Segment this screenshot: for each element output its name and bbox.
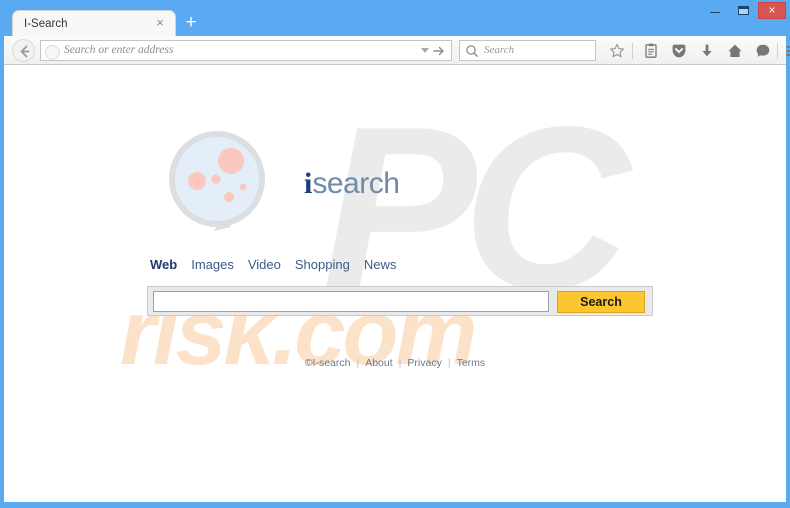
chevron-down-icon[interactable] xyxy=(421,48,429,53)
new-tab-button[interactable]: + xyxy=(182,13,200,32)
search-form: Search xyxy=(147,286,653,316)
page-content: PC risk.com isearch Web Images Video Shoppi… xyxy=(4,65,786,502)
sync-chat-icon[interactable] xyxy=(754,42,772,60)
maximize-button[interactable] xyxy=(730,2,756,19)
footer-link-privacy[interactable]: Privacy xyxy=(407,357,441,369)
page-footer: ©I-search | About | Privacy | Terms xyxy=(4,353,786,371)
tab-close-icon[interactable]: × xyxy=(153,16,167,30)
logo-word-search: search xyxy=(312,167,400,200)
forward-arrow-icon[interactable] xyxy=(45,45,60,60)
footer-copyright: ©I-search xyxy=(304,357,351,369)
maximize-icon xyxy=(738,6,749,15)
logo-wordmark: isearch xyxy=(304,167,400,201)
footer-link-about[interactable]: About xyxy=(365,357,392,369)
footer-separator-2: | xyxy=(398,357,402,369)
toolbar-search-box[interactable]: Search xyxy=(459,40,596,61)
nav-link-images[interactable]: Images xyxy=(191,257,234,272)
home-icon[interactable] xyxy=(726,42,744,60)
nav-link-web[interactable]: Web xyxy=(150,257,177,272)
hamburger-menu-icon[interactable] xyxy=(784,42,790,60)
address-bar[interactable]: Search or enter address xyxy=(40,40,452,61)
browser-window: I-Search × + × Search or enter address S… xyxy=(0,0,790,508)
tab-title: I-Search xyxy=(24,18,68,30)
browser-toolbar: Search or enter address Search xyxy=(4,36,790,65)
footer-separator-3: | xyxy=(447,357,451,369)
nav-link-video[interactable]: Video xyxy=(248,257,281,272)
toolbar-divider-2 xyxy=(777,43,778,59)
magnifier-icon xyxy=(466,45,479,58)
toolbar-divider xyxy=(632,43,633,59)
close-icon: × xyxy=(768,3,776,17)
downloads-icon[interactable] xyxy=(698,42,716,60)
reading-list-icon[interactable] xyxy=(642,42,660,60)
browser-tab[interactable]: I-Search × xyxy=(12,10,176,38)
magnifying-glass-logo xyxy=(169,131,265,231)
back-button[interactable] xyxy=(12,39,35,62)
address-bar-placeholder: Search or enter address xyxy=(64,44,174,56)
site-logo: isearch xyxy=(159,127,400,232)
minimize-button[interactable] xyxy=(702,2,728,19)
category-nav: Web Images Video Shopping News xyxy=(150,256,410,274)
footer-separator-1: | xyxy=(356,357,360,369)
title-bar: I-Search × + × xyxy=(0,0,790,38)
minimize-icon xyxy=(710,12,720,13)
search-button[interactable]: Search xyxy=(557,291,645,313)
nav-link-shopping[interactable]: Shopping xyxy=(295,257,350,272)
toolbar-icon-group xyxy=(602,40,790,62)
window-controls: × xyxy=(702,2,786,20)
pocket-save-icon[interactable] xyxy=(670,42,688,60)
star-bookmark-icon[interactable] xyxy=(608,42,626,60)
back-arrow-icon xyxy=(20,45,30,58)
go-arrow-icon[interactable] xyxy=(432,44,446,58)
search-input[interactable] xyxy=(153,291,549,312)
nav-link-news[interactable]: News xyxy=(364,257,397,272)
toolbar-search-placeholder: Search xyxy=(484,44,515,56)
footer-link-terms[interactable]: Terms xyxy=(457,357,486,369)
close-button[interactable]: × xyxy=(758,2,786,19)
